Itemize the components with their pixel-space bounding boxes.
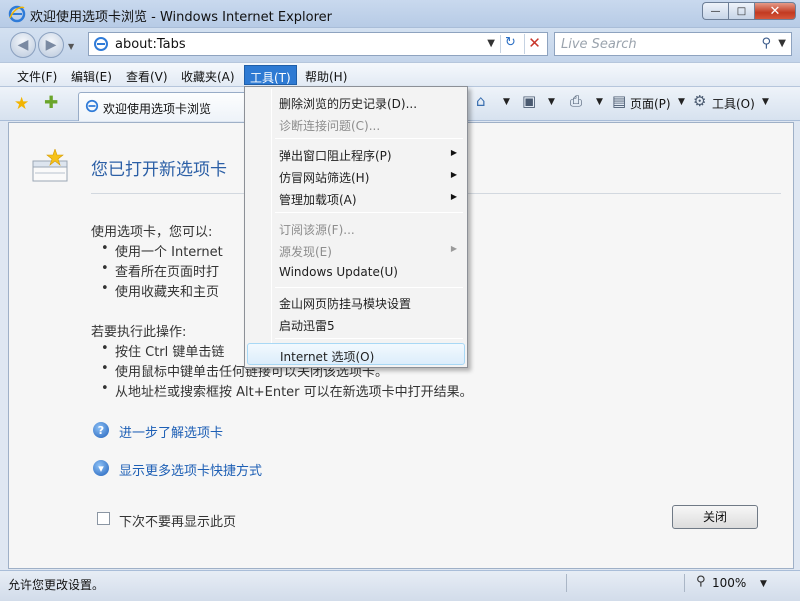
status-bar: 允许您更改设置。 ⚲ 100% ▼ (0, 570, 800, 601)
menu-separator (275, 212, 463, 213)
list-item: 使用一个 Internet (101, 241, 223, 260)
search-box[interactable]: Live Search ⚲ ▼ (554, 32, 792, 56)
print-icon[interactable]: ⎙ (570, 92, 582, 110)
menu-bar: 文件(F) 编辑(E) 查看(V) 收藏夹(A) 工具(T) 帮助(H) (0, 62, 800, 87)
ie-logo-icon (8, 5, 26, 23)
search-options-dropdown-icon[interactable]: ▼ (778, 38, 786, 49)
menu-edit[interactable]: 编辑(E) (66, 65, 117, 85)
menu-item-popup-blocker[interactable]: 弹出窗口阻止程序(P) ▶ (247, 143, 465, 165)
list-item: 从地址栏或搜索框按 Alt+Enter 可以在新选项卡中打开结果。 (101, 381, 473, 400)
search-icon[interactable]: ⚲ (761, 36, 771, 51)
menu-item-feed-discovery: 源发现(E) ▶ (279, 244, 457, 259)
dont-show-again-checkbox[interactable] (97, 512, 110, 525)
instructions-text: 若要执行此操作: (91, 325, 187, 340)
navigation-bar: ◀ ▶ ▼ about:Tabs ▼ ↻ ✕ Live Search ⚲ ▼ (0, 28, 800, 62)
list-item: 按住 Ctrl 键单击链 (101, 341, 224, 360)
menu-item-windows-update[interactable]: Windows Update(U) (247, 261, 465, 283)
tab-page-icon (85, 99, 99, 113)
search-input[interactable]: Live Search (561, 37, 637, 52)
menu-file[interactable]: 文件(F) (12, 65, 62, 85)
tab-welcome[interactable]: 欢迎使用选项卡浏览 (78, 92, 248, 121)
submenu-arrow-icon: ▶ (450, 244, 457, 253)
page-menu-button[interactable]: 页面(P) (630, 95, 671, 112)
feeds-dropdown-icon[interactable]: ▼ (548, 97, 555, 107)
menu-separator (275, 138, 463, 139)
address-bar[interactable]: about:Tabs ▼ ↻ ✕ (88, 32, 548, 56)
stop-button[interactable]: ✕ (524, 34, 544, 54)
menu-item-manage-addons[interactable]: 管理加载项(A) ▶ (247, 187, 465, 209)
forward-button[interactable]: ▶ (38, 32, 64, 58)
refresh-button[interactable]: ↻ (500, 35, 520, 53)
close-window-button[interactable]: ✕ (754, 2, 796, 20)
page-menu-icon[interactable]: ▤ (612, 92, 626, 110)
page-menu-dropdown-icon[interactable]: ▼ (678, 97, 685, 107)
menu-item-subscribe-feed: 订阅该源(F)... (279, 223, 355, 237)
title-bar: 欢迎使用选项卡浏览 - Windows Internet Explorer — … (0, 0, 800, 28)
window-title: 欢迎使用选项卡浏览 - Windows Internet Explorer (30, 10, 332, 25)
menu-item-thunder[interactable]: 启动迅雷5 (247, 313, 465, 335)
list-item: 使用收藏夹和主页 (101, 281, 219, 300)
tools-menu-button[interactable]: 工具(O) (712, 95, 755, 112)
zoom-dropdown-icon[interactable]: ▼ (760, 579, 767, 589)
minimize-button[interactable]: — (702, 2, 728, 20)
menu-tools[interactable]: 工具(T) (244, 65, 297, 85)
expand-icon: ▾ (93, 460, 109, 476)
maximize-button[interactable]: □ (728, 2, 754, 20)
submenu-arrow-icon: ▶ (450, 170, 457, 179)
page-icon (94, 37, 108, 51)
menu-view[interactable]: 查看(V) (121, 65, 173, 85)
status-divider (566, 574, 567, 592)
menu-item-kingsoft[interactable]: 金山网页防挂马模块设置 (247, 291, 465, 313)
favorites-center-icon[interactable]: ★ (14, 94, 29, 114)
home-dropdown-icon[interactable]: ▼ (503, 97, 510, 107)
tab-label: 欢迎使用选项卡浏览 (103, 102, 212, 116)
new-tab-icon (32, 149, 68, 182)
intro-text: 使用选项卡，您可以: (91, 225, 213, 240)
menu-separator (275, 287, 463, 288)
gear-icon[interactable]: ⚙ (693, 92, 706, 110)
recent-pages-dropdown-icon[interactable]: ▼ (68, 42, 74, 51)
menu-help[interactable]: 帮助(H) (300, 65, 352, 85)
zoom-icon[interactable]: ⚲ (696, 574, 706, 589)
home-icon[interactable]: ⌂ (476, 92, 486, 110)
status-text: 允许您更改设置。 (8, 578, 105, 592)
submenu-arrow-icon: ▶ (450, 192, 457, 201)
zoom-level[interactable]: 100% (712, 576, 746, 590)
menu-item-diagnose: 诊断连接问题(C)... (279, 119, 381, 133)
close-tab-page-button[interactable]: 关闭 (672, 505, 758, 529)
feeds-icon[interactable]: ▣ (522, 92, 536, 110)
window-controls: — □ ✕ (702, 2, 796, 20)
add-to-favorites-icon[interactable]: ✚ (44, 93, 58, 113)
menu-item-phishing-filter[interactable]: 仿冒网站筛选(H) ▶ (247, 165, 465, 187)
help-icon: ? (93, 422, 109, 438)
menu-favorites[interactable]: 收藏夹(A) (176, 65, 240, 85)
status-divider (684, 574, 685, 592)
back-button[interactable]: ◀ (10, 32, 36, 58)
menu-separator (275, 338, 463, 339)
submenu-arrow-icon: ▶ (450, 148, 457, 157)
address-input[interactable]: about:Tabs (115, 37, 186, 52)
page-title: 您已打开新选项卡 (91, 160, 227, 180)
address-dropdown-icon[interactable]: ▼ (487, 38, 495, 49)
list-item: 查看所在页面时打 (101, 261, 219, 280)
menu-item-internet-options[interactable]: Internet 选项(O) (247, 343, 465, 365)
menu-item-delete-history[interactable]: 删除浏览的历史记录(D)... (247, 91, 465, 113)
tools-menu-dropdown-icon[interactable]: ▼ (762, 97, 769, 107)
tools-dropdown-menu: 删除浏览的历史记录(D)... 诊断连接问题(C)... 弹出窗口阻止程序(P)… (244, 86, 468, 368)
print-dropdown-icon[interactable]: ▼ (596, 97, 603, 107)
